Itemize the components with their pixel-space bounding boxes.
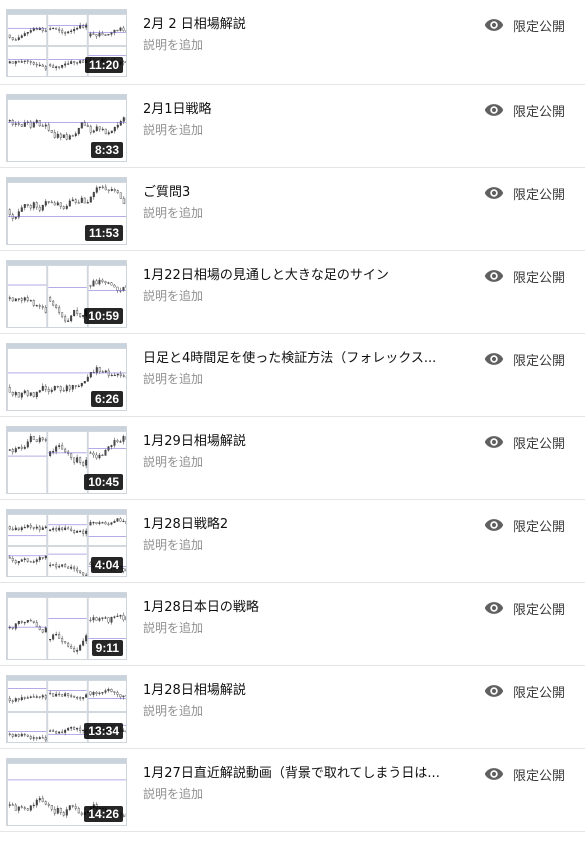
visibility-label: 限定公開 [513, 187, 566, 203]
eye-icon [484, 187, 504, 199]
add-description-link[interactable]: 説明を追加 [143, 37, 203, 53]
video-duration: 13:34 [84, 723, 123, 739]
video-thumbnail[interactable]: 8:33 [6, 94, 127, 162]
video-thumbnail[interactable]: 10:59 [6, 260, 127, 328]
visibility-selector[interactable]: 限定公開 [484, 183, 565, 203]
video-title[interactable]: 1月22日相場の見通しと大きな足のサイン [143, 267, 443, 285]
eye-icon [484, 602, 504, 614]
video-duration: 10:59 [84, 308, 123, 324]
eye-icon [484, 19, 504, 31]
add-description-link[interactable]: 説明を追加 [143, 371, 203, 387]
video-duration: 10:45 [84, 474, 123, 490]
visibility-label: 限定公開 [513, 104, 566, 120]
video-thumbnail[interactable]: 14:26 [6, 758, 127, 826]
video-title[interactable]: 1月28日戦略2 [143, 516, 443, 534]
video-list: 11:20 2月 2 日相場解説 説明を追加 限定公開 8:33 2月1日戦略 … [0, 0, 585, 832]
video-row[interactable]: 8:33 2月1日戦略 説明を追加 限定公開 [0, 85, 585, 168]
visibility-label: 限定公開 [513, 19, 566, 35]
video-title[interactable]: 1月27日直近解説動画（背景で取れてしまう日は... [143, 765, 443, 783]
eye-icon [484, 436, 504, 448]
visibility-selector[interactable]: 限定公開 [484, 598, 565, 618]
visibility-selector[interactable]: 限定公開 [484, 15, 565, 35]
visibility-selector[interactable]: 限定公開 [484, 764, 565, 784]
video-thumbnail[interactable]: 10:45 [6, 426, 127, 494]
add-description-link[interactable]: 説明を追加 [143, 122, 203, 138]
video-thumbnail[interactable]: 4:04 [6, 509, 127, 577]
video-duration: 4:04 [90, 557, 123, 573]
video-row[interactable]: 11:20 2月 2 日相場解説 説明を追加 限定公開 [0, 0, 585, 85]
visibility-selector[interactable]: 限定公開 [484, 100, 565, 120]
video-row[interactable]: 10:59 1月22日相場の見通しと大きな足のサイン 説明を追加 限定公開 [0, 251, 585, 334]
visibility-selector[interactable]: 限定公開 [484, 266, 565, 286]
visibility-selector[interactable]: 限定公開 [484, 681, 565, 701]
visibility-label: 限定公開 [513, 270, 566, 286]
video-title[interactable]: 2月1日戦略 [143, 101, 443, 119]
video-row[interactable]: 14:26 1月27日直近解説動画（背景で取れてしまう日は... 説明を追加 限… [0, 749, 585, 832]
eye-icon [484, 685, 504, 697]
video-duration: 6:26 [90, 391, 123, 407]
video-row[interactable]: 9:11 1月28日本日の戦略 説明を追加 限定公開 [0, 583, 585, 666]
video-title[interactable]: 1月28日相場解説 [143, 682, 443, 700]
video-duration: 11:53 [84, 225, 123, 241]
video-thumbnail[interactable]: 11:20 [6, 9, 127, 77]
eye-icon [484, 519, 504, 531]
video-row[interactable]: 6:26 日足と4時間足を使った検証方法（フォレックス... 説明を追加 限定公… [0, 334, 585, 417]
video-row[interactable]: 13:34 1月28日相場解説 説明を追加 限定公開 [0, 666, 585, 749]
video-row[interactable]: 11:53 ご質問3 説明を追加 限定公開 [0, 168, 585, 251]
add-description-link[interactable]: 説明を追加 [143, 620, 203, 636]
add-description-link[interactable]: 説明を追加 [143, 703, 203, 719]
visibility-label: 限定公開 [513, 519, 566, 535]
video-duration: 9:11 [91, 640, 123, 656]
eye-icon [484, 270, 504, 282]
video-title[interactable]: 日足と4時間足を使った検証方法（フォレックス... [143, 350, 443, 368]
video-row[interactable]: 4:04 1月28日戦略2 説明を追加 限定公開 [0, 500, 585, 583]
video-title[interactable]: ご質問3 [143, 184, 443, 202]
add-description-link[interactable]: 説明を追加 [143, 288, 203, 304]
video-title[interactable]: 1月28日本日の戦略 [143, 599, 443, 617]
video-thumbnail[interactable]: 9:11 [6, 592, 127, 660]
video-duration: 8:33 [90, 142, 123, 158]
video-title[interactable]: 2月 2 日相場解説 [143, 16, 443, 34]
visibility-selector[interactable]: 限定公開 [484, 515, 565, 535]
video-duration: 14:26 [84, 806, 123, 822]
video-thumbnail[interactable]: 13:34 [6, 675, 127, 743]
visibility-selector[interactable]: 限定公開 [484, 432, 565, 452]
video-thumbnail[interactable]: 6:26 [6, 343, 127, 411]
eye-icon [484, 104, 504, 116]
add-description-link[interactable]: 説明を追加 [143, 205, 203, 221]
visibility-label: 限定公開 [513, 602, 566, 618]
eye-icon [484, 768, 504, 780]
visibility-label: 限定公開 [513, 685, 566, 701]
add-description-link[interactable]: 説明を追加 [143, 786, 203, 802]
video-thumbnail[interactable]: 11:53 [6, 177, 127, 245]
video-title[interactable]: 1月29日相場解説 [143, 433, 443, 451]
video-row[interactable]: 10:45 1月29日相場解説 説明を追加 限定公開 [0, 417, 585, 500]
video-duration: 11:20 [84, 57, 123, 73]
visibility-label: 限定公開 [513, 768, 566, 784]
visibility-label: 限定公開 [513, 353, 566, 369]
add-description-link[interactable]: 説明を追加 [143, 537, 203, 553]
add-description-link[interactable]: 説明を追加 [143, 454, 203, 470]
visibility-label: 限定公開 [513, 436, 566, 452]
visibility-selector[interactable]: 限定公開 [484, 349, 565, 369]
eye-icon [484, 353, 504, 365]
